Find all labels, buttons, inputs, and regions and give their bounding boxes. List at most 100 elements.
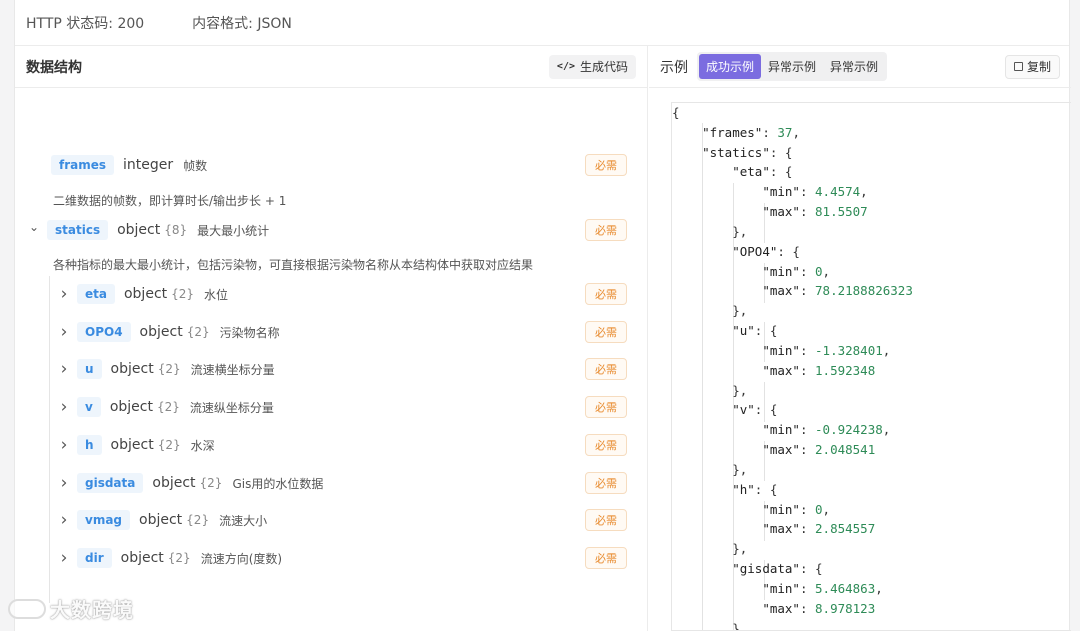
field-label: 流速方向(度数) <box>200 551 283 566</box>
code-line: "v": { <box>732 402 778 418</box>
required-badge: 必需 <box>585 472 627 494</box>
field-type: object <box>109 399 153 415</box>
field-type: object <box>123 286 168 302</box>
watermark-text: 大数跨境 <box>50 598 134 622</box>
required-badge: 必需 <box>585 547 627 569</box>
data-structure-header: 数据结构 </> 生成代码 <box>15 46 647 88</box>
code-line: }, <box>672 303 748 319</box>
field-child-count: {2} <box>186 513 210 527</box>
field-description: 二维数据的帧数，即计算时长/输出步长 + 1 <box>53 194 287 208</box>
required-badge: 必需 <box>585 396 627 418</box>
field-row-frames[interactable]: frames integer 帧数 <box>51 152 207 178</box>
chevron-right-icon[interactable]: › <box>57 322 71 342</box>
copy-button[interactable]: 复制 <box>1004 54 1060 79</box>
field-name: v <box>77 397 101 417</box>
chevron-right-icon[interactable]: › <box>57 548 71 568</box>
field-row-opo4[interactable]: › OPO4 object {2} 污染物名称 <box>57 319 280 345</box>
code-line: "OPO4": { <box>732 243 800 259</box>
field-child-count: {2} <box>156 400 180 414</box>
chevron-right-icon[interactable]: › <box>57 359 71 379</box>
code-line: "max": 2.048541 <box>762 442 876 458</box>
field-row-statics[interactable]: ⌄ statics object {8} 最大最小统计 <box>27 217 269 243</box>
watermark-logo-icon <box>8 598 46 619</box>
generate-code-button[interactable]: </> 生成代码 <box>548 54 636 79</box>
field-child-count: {2} <box>157 438 181 452</box>
field-name: h <box>77 435 102 455</box>
data-structure-panel: 数据结构 </> 生成代码 frames integer 帧数 必需 二维数据的帧数，即… <box>15 46 648 631</box>
chevron-right-icon[interactable]: › <box>57 510 71 530</box>
field-type: object <box>139 512 183 528</box>
example-title: 示例 <box>660 59 688 76</box>
code-line: "min": -1.328401, <box>762 342 891 358</box>
chevron-right-icon[interactable]: › <box>57 435 71 455</box>
required-badge: 必需 <box>585 154 627 176</box>
code-line: "eta": { <box>732 164 793 180</box>
field-label: 污染物名称 <box>219 325 280 340</box>
required-badge: 必需 <box>585 434 627 456</box>
field-label: 水位 <box>204 287 229 302</box>
field-name: vmag <box>77 510 131 530</box>
field-label: 帧数 <box>183 158 208 173</box>
field-row-vmag[interactable]: › vmag object {2} 流速大小 <box>57 507 267 533</box>
code-line: "max": 8.978123 <box>762 600 876 616</box>
required-badge: 必需 <box>585 219 627 241</box>
copy-icon <box>1013 62 1023 71</box>
code-line: "min": 0, <box>762 501 831 517</box>
code-line: "max": 78.2188826323 <box>762 283 913 299</box>
field-type: object <box>117 222 161 238</box>
required-badge: 必需 <box>585 283 627 305</box>
code-line: }, <box>672 461 748 477</box>
field-child-count: {2} <box>167 551 191 565</box>
tab-example-3[interactable]: 异常示例 <box>823 54 885 79</box>
field-child-count: {2} <box>199 476 223 490</box>
code-icon: </> <box>556 61 575 72</box>
panel-title: 数据结构 <box>26 59 82 76</box>
required-badge: 必需 <box>585 358 627 380</box>
field-name: eta <box>77 284 115 304</box>
example-tabs: 成功示例 异常示例 异常示例 <box>697 52 888 81</box>
field-child-count: {2} <box>157 362 181 376</box>
field-type: object <box>110 437 154 453</box>
code-line: "min": 0, <box>762 263 831 279</box>
field-row-u[interactable]: › u object {2} 流速横坐标分量 <box>57 356 275 382</box>
api-doc-frame: HTTP 状态码: 200 内容格式: JSON 数据结构 </> 生成代码 f… <box>14 0 1071 631</box>
code-line: } <box>672 620 740 631</box>
field-type: object <box>110 361 154 377</box>
field-name: dir <box>77 548 112 568</box>
field-row-dir[interactable]: › dir object {2} 流速方向(度数) <box>57 545 282 571</box>
tab-example-2[interactable]: 异常示例 <box>761 54 823 79</box>
field-type: object <box>139 324 183 340</box>
code-line: "max": 2.854557 <box>762 521 876 537</box>
field-label: 水深 <box>190 438 215 453</box>
field-type: object <box>152 475 196 491</box>
example-header: 示例 成功示例 异常示例 异常示例 复制 <box>649 46 1071 88</box>
code-line: "h": { <box>732 481 778 497</box>
code-line: "frames": 37, <box>702 124 800 140</box>
field-label: 流速纵坐标分量 <box>189 400 274 415</box>
chevron-right-icon[interactable]: › <box>57 397 71 417</box>
field-row-h[interactable]: › h object {2} 水深 <box>57 432 215 458</box>
code-line: "min": 4.4574, <box>762 184 868 200</box>
field-description: 各种指标的最大最小统计，包括污染物，可直接根据污染物名称从本结构体中获取对应结果 <box>53 258 534 272</box>
chevron-down-icon[interactable]: ⌄ <box>27 220 41 234</box>
field-name: OPO4 <box>77 322 131 342</box>
code-line: { <box>672 105 680 120</box>
field-name: frames <box>51 155 115 175</box>
field-row-eta[interactable]: › eta object {2} 水位 <box>57 281 228 307</box>
watermark: 大数跨境 <box>8 594 134 623</box>
code-line: "min": 5.464863, <box>762 580 883 596</box>
field-label: 最大最小统计 <box>197 223 270 238</box>
field-row-gisdata[interactable]: › gisdata object {2} Gis用的水位数据 <box>57 470 323 496</box>
code-line: "u": { <box>732 323 778 339</box>
field-child-count: {2} <box>186 325 210 339</box>
field-name: statics <box>47 220 109 240</box>
required-badge: 必需 <box>585 509 627 531</box>
field-label: 流速大小 <box>219 513 268 528</box>
field-row-v[interactable]: › v object {2} 流速纵坐标分量 <box>57 394 274 420</box>
field-label: 流速横坐标分量 <box>190 362 275 377</box>
chevron-right-icon[interactable]: › <box>57 473 71 493</box>
tab-example-1[interactable]: 成功示例 <box>699 54 762 79</box>
field-child-count: {2} <box>171 287 195 301</box>
json-example-viewer[interactable]: { "frames": 37, "statics": { "eta": { "m… <box>671 102 1071 631</box>
chevron-right-icon[interactable]: › <box>57 284 71 304</box>
